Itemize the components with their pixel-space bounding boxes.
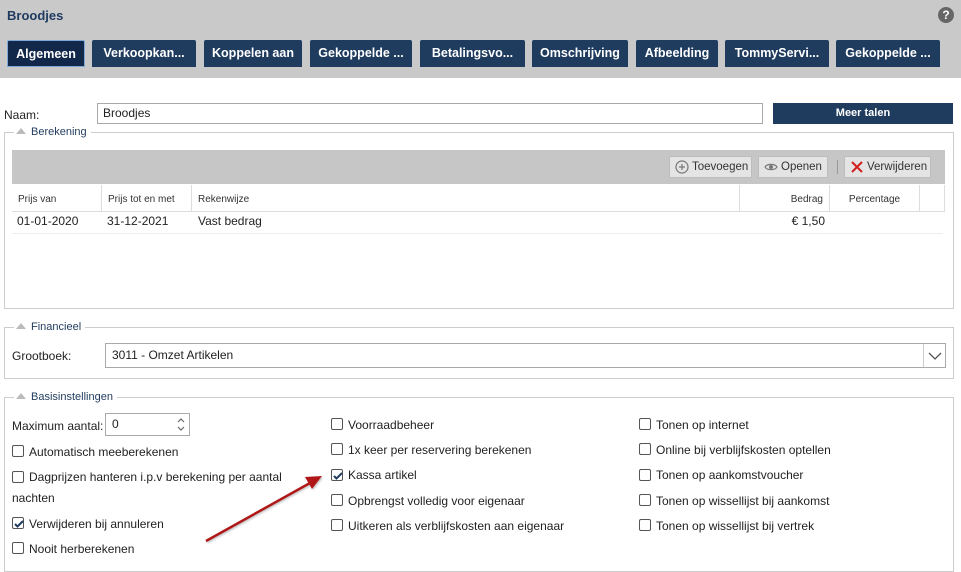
annotation-arrow: [205, 476, 322, 543]
